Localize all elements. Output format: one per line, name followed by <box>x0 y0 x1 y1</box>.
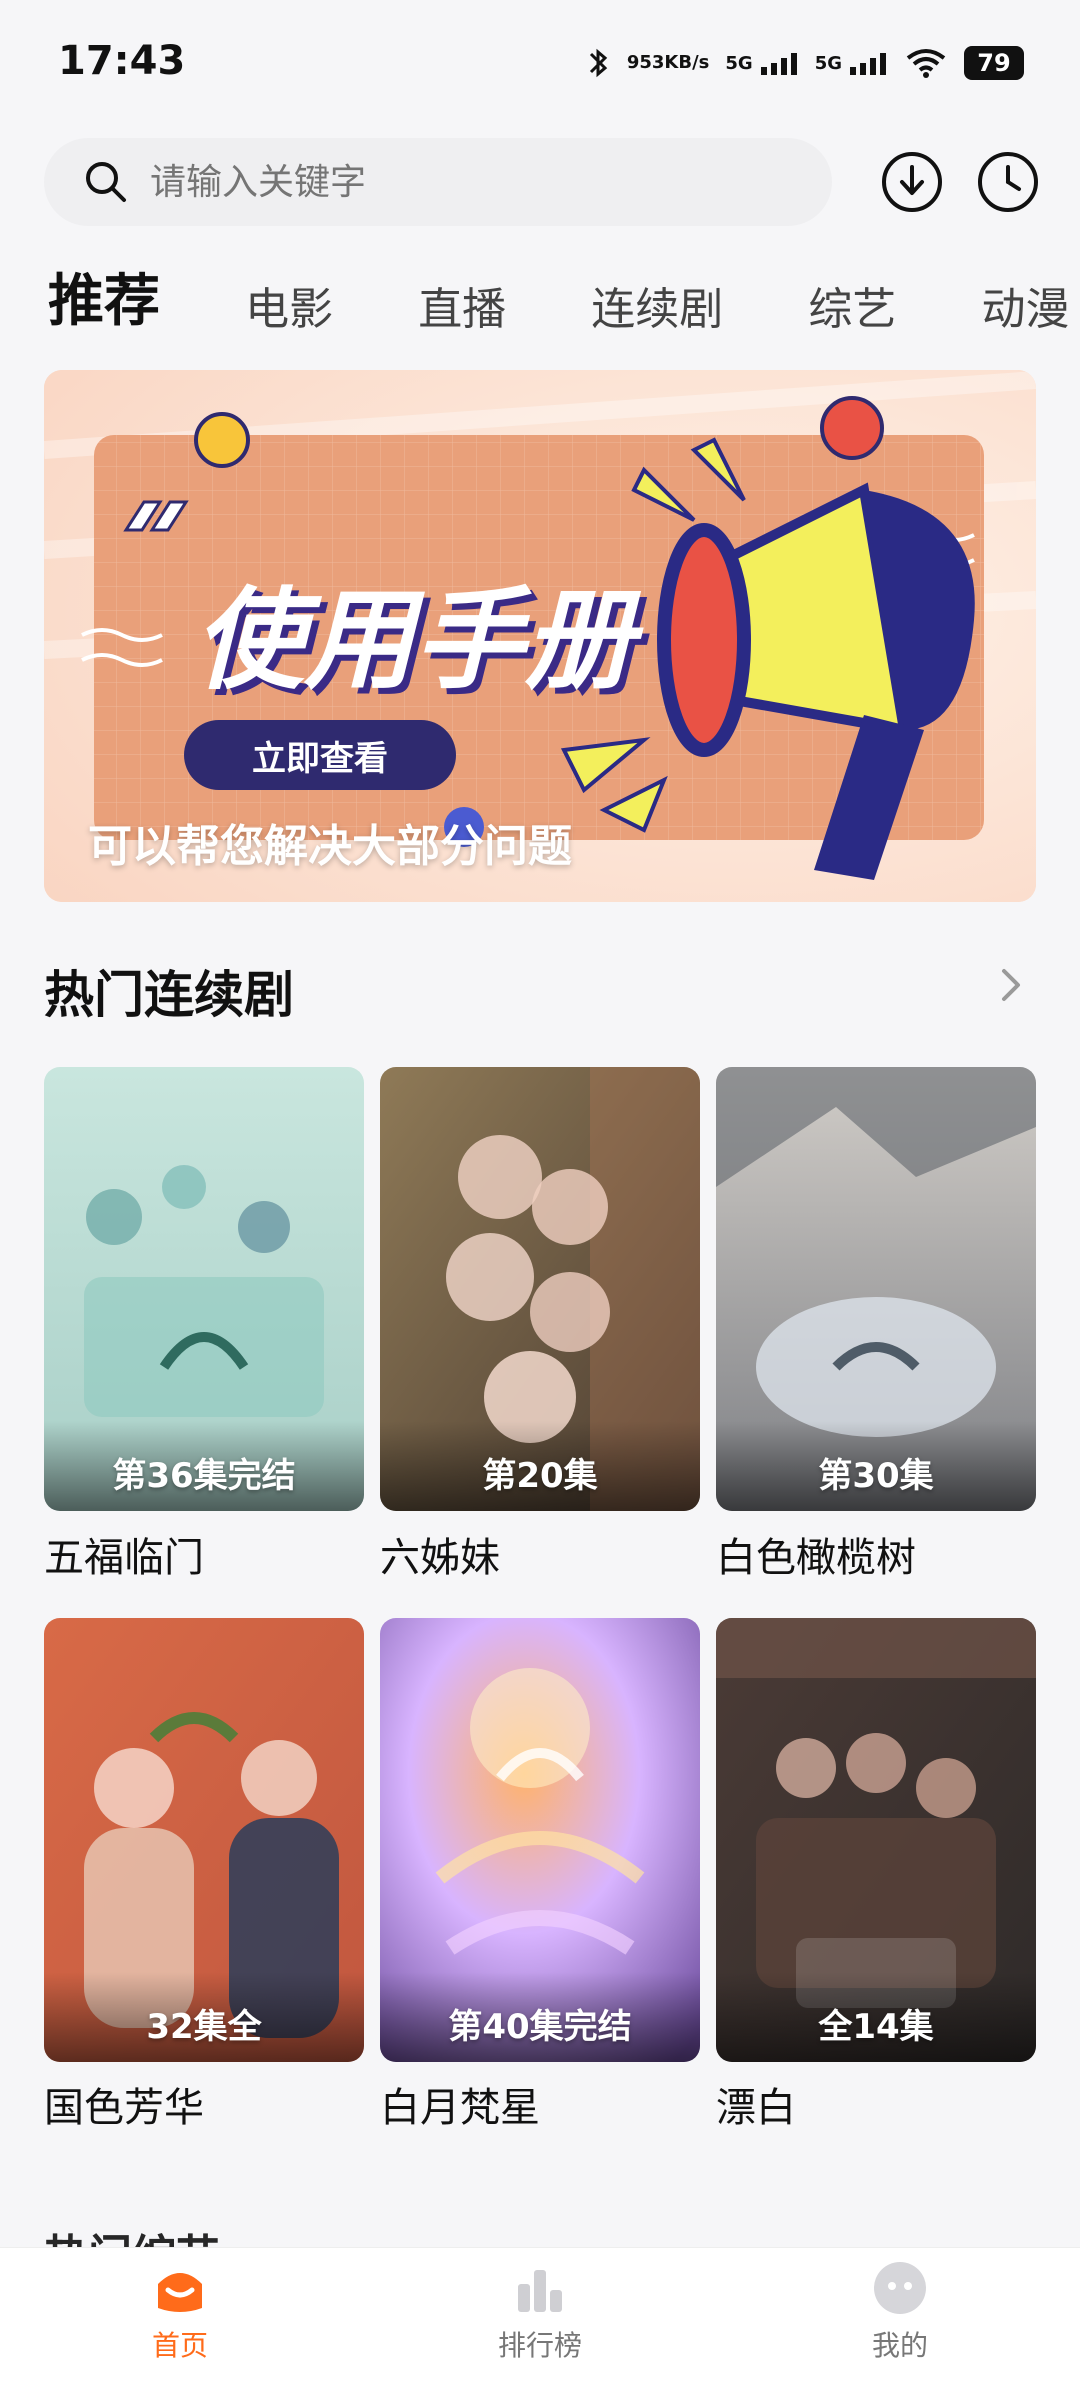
download-button[interactable] <box>872 142 952 222</box>
clock-icon <box>978 152 1038 212</box>
poster-badge: 第20集 <box>482 1456 598 1496</box>
section-more-button[interactable] <box>986 960 1036 1010</box>
tab-recommended[interactable]: 推荐 <box>48 256 160 336</box>
nav-label: 排行榜 <box>497 2329 582 2362</box>
banner-view-button[interactable]: 立即查看 <box>184 720 456 790</box>
bottom-navigation: 首页 排行榜 我的 <box>0 2247 1080 2400</box>
poster-badge: 第30集 <box>818 1456 934 1496</box>
tab-live[interactable]: 直播 <box>418 273 506 336</box>
status-time: 17:43 <box>58 38 186 84</box>
poster-card-1[interactable]: 第36集完结 <box>44 1067 364 1511</box>
search-row <box>44 138 1044 226</box>
poster-card-4[interactable]: 32集全 <box>44 1618 364 2062</box>
poster-card-2[interactable]: 第20集 <box>380 1067 700 1511</box>
poster-title[interactable]: 白色橄榄树 <box>716 1525 916 1583</box>
poster-badge: 第40集完结 <box>448 2007 632 2047</box>
poster-card-5[interactable]: 第40集完结 <box>380 1618 700 2062</box>
wifi-icon <box>904 46 948 80</box>
poster-badge: 第36集完结 <box>112 1456 296 1496</box>
search-input[interactable] <box>148 160 752 204</box>
chevron-right-icon <box>1002 969 1020 1001</box>
download-icon <box>882 152 942 212</box>
poster-card-3[interactable]: 第30集 <box>716 1067 1036 1511</box>
tab-series[interactable]: 连续剧 <box>591 273 723 336</box>
nav-profile[interactable]: 我的 <box>800 2260 1000 2380</box>
nav-home[interactable]: 首页 <box>80 2260 280 2380</box>
home-icon <box>158 2273 202 2312</box>
nav-ranking[interactable]: 排行榜 <box>440 2260 640 2380</box>
poster-title[interactable]: 五福临门 <box>44 1525 204 1583</box>
bluetooth-icon <box>585 46 611 80</box>
status-bar: 17:43 953 KB/s 5G 5G 79 <box>0 0 1080 130</box>
poster-title[interactable]: 六姊妹 <box>380 1525 500 1583</box>
search-box[interactable] <box>44 138 832 226</box>
tab-anime[interactable]: 动漫 <box>981 273 1069 336</box>
bar-chart-icon <box>518 2270 562 2312</box>
banner-caption: 可以帮您解决大部分问题 <box>88 821 572 872</box>
signal-icon-2: 5G <box>815 49 888 77</box>
tab-variety[interactable]: 综艺 <box>808 273 896 336</box>
profile-icon <box>874 2262 926 2314</box>
category-tabs: 推荐 电影 直播 连续剧 综艺 动漫 <box>48 256 1080 336</box>
status-icons: 953 KB/s 5G 5G 79 <box>585 38 1024 88</box>
network-speed: 953 KB/s <box>626 52 710 73</box>
nav-label: 我的 <box>871 2329 928 2362</box>
nav-label: 首页 <box>151 2329 208 2362</box>
battery-indicator: 79 <box>964 46 1024 80</box>
poster-badge: 32集全 <box>146 2007 262 2047</box>
history-button[interactable] <box>968 142 1048 222</box>
section-title: 热门连续剧 <box>44 966 294 1024</box>
signal-icon-1: 5G <box>725 49 798 77</box>
poster-title[interactable]: 漂白 <box>716 2075 796 2133</box>
banner-title: 使用手册 <box>194 576 634 704</box>
poster-badge: 全14集 <box>818 2007 934 2047</box>
search-icon <box>84 160 128 204</box>
tab-movies[interactable]: 电影 <box>245 273 333 336</box>
poster-card-6[interactable]: 全14集 <box>716 1618 1036 2062</box>
poster-title[interactable]: 国色芳华 <box>44 2075 204 2133</box>
promo-banner[interactable]: 使用手册 立即查看 可以帮您解决大部分问题 <box>44 370 1036 902</box>
poster-title[interactable]: 白月梵星 <box>380 2075 540 2133</box>
